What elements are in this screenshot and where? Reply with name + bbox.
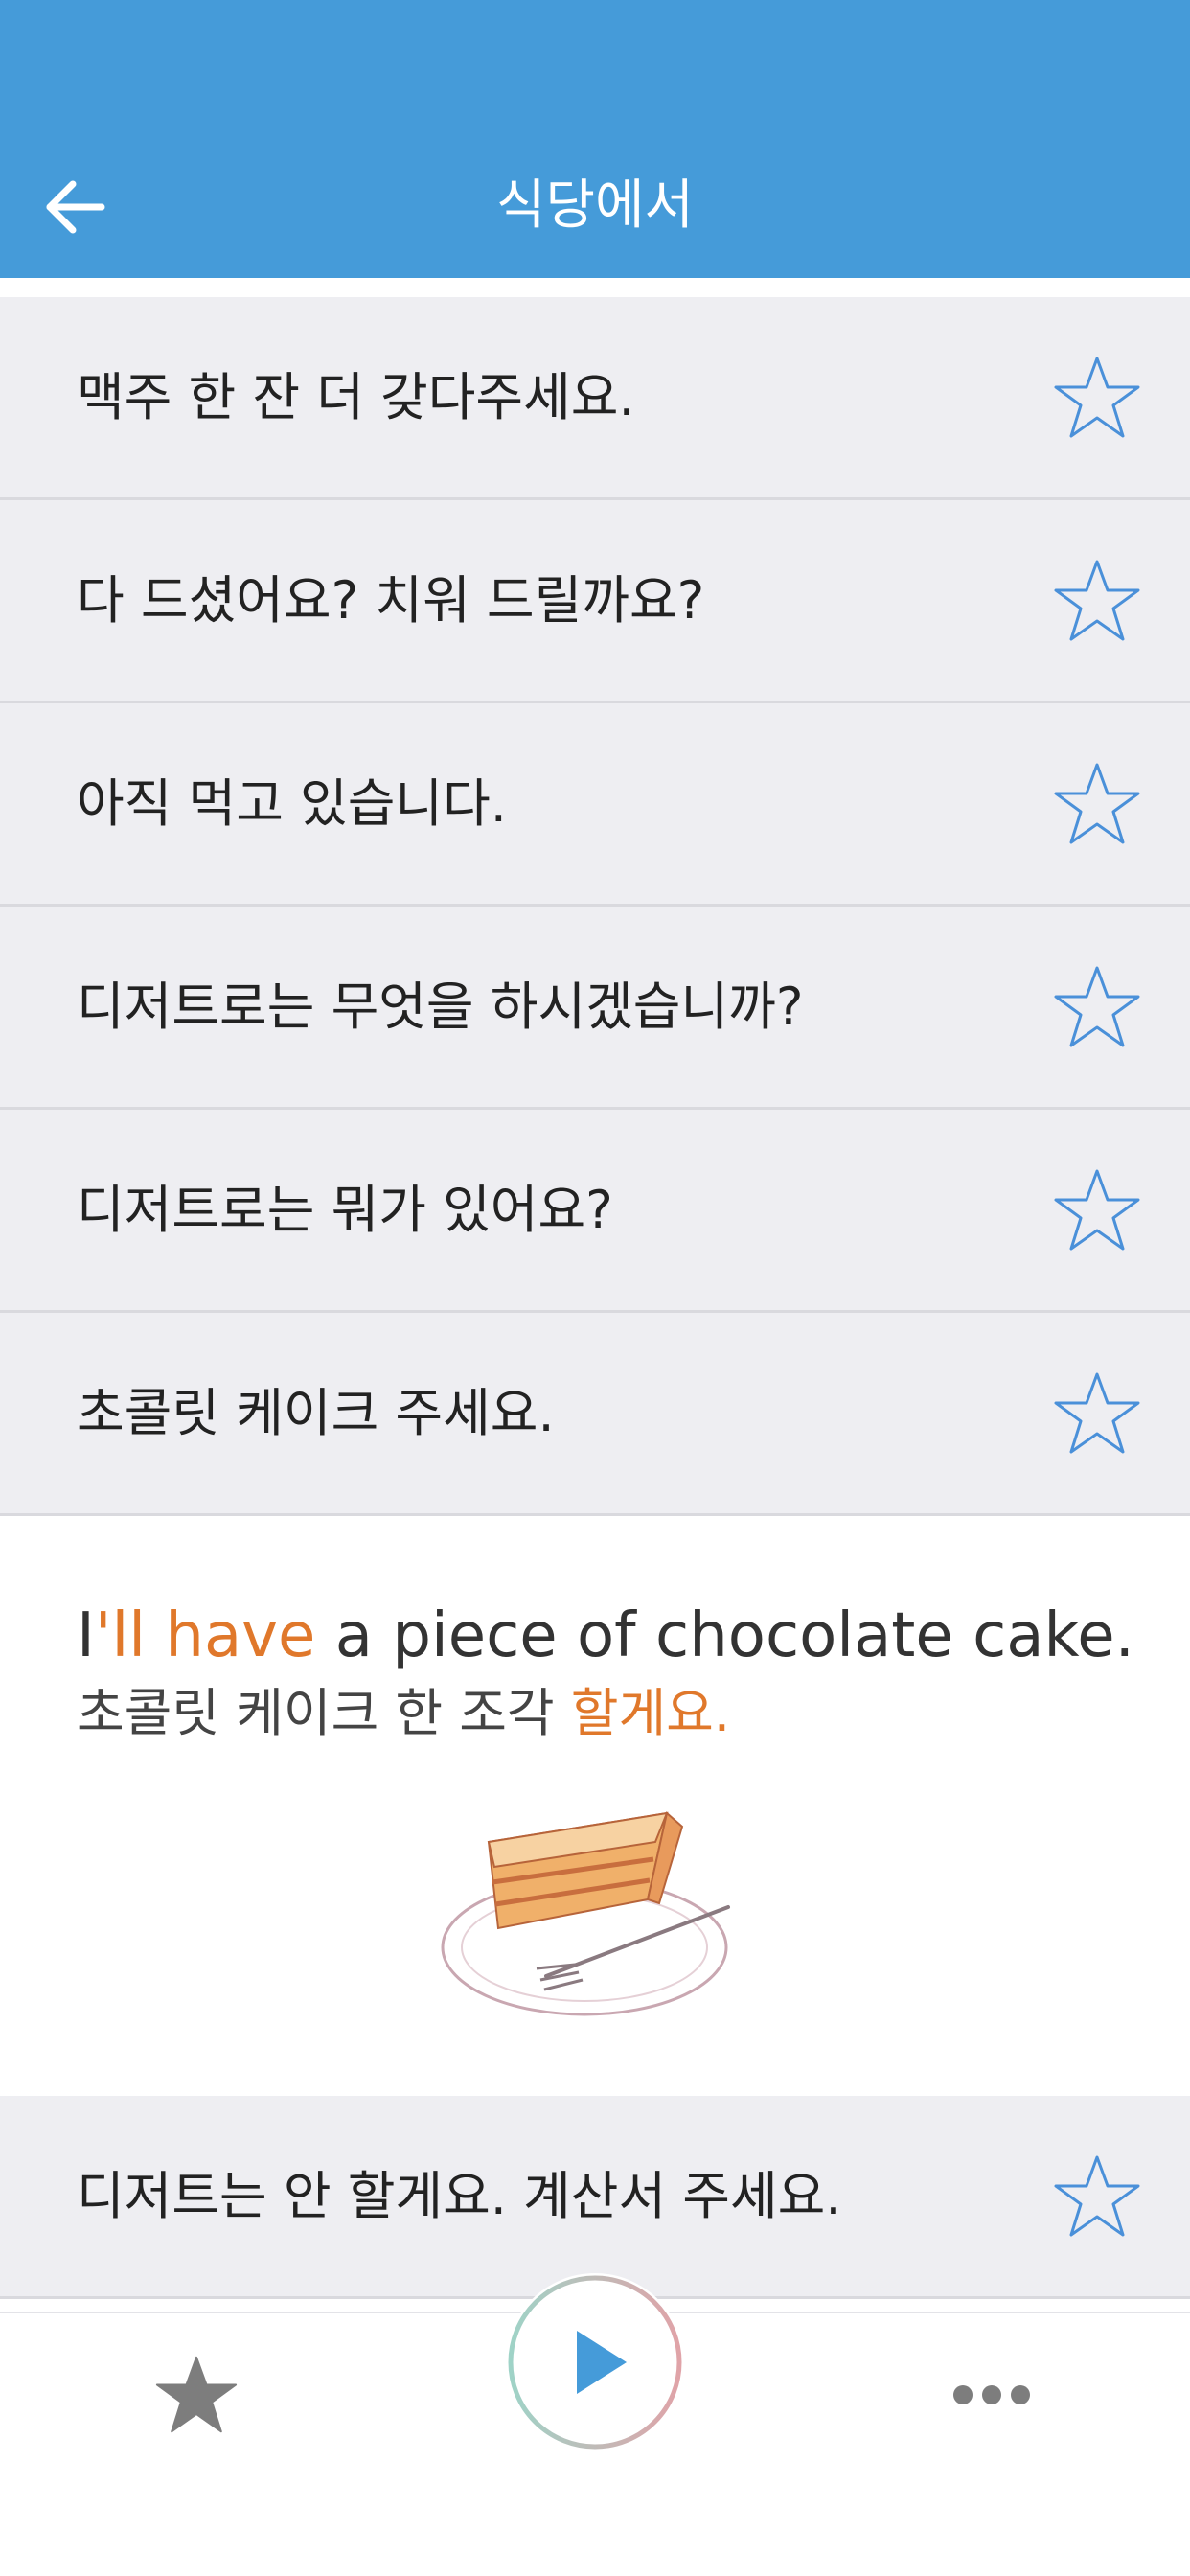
star-outline-icon <box>1054 356 1140 438</box>
phrase-row[interactable]: 맥주 한 잔 더 갖다주세요. <box>0 297 1190 500</box>
play-button[interactable] <box>506 2273 684 2451</box>
more-options-button[interactable] <box>944 2371 1040 2419</box>
bottom-toolbar <box>0 2273 1190 2576</box>
phrase-text: 초콜릿 케이크 주세요. <box>77 1383 555 1443</box>
phrase-text: 디저트로는 무엇을 하시겠습니까? <box>77 977 804 1037</box>
star-outline-icon <box>1054 2155 1140 2237</box>
phrase-text: 맥주 한 잔 더 갖다주세요. <box>77 367 635 427</box>
favorite-star-button[interactable] <box>1052 759 1142 849</box>
cake-illustration <box>441 1811 730 2016</box>
english-highlight: 'll have <box>94 1600 316 1671</box>
english-prefix: I <box>77 1600 95 1671</box>
korean-highlight: 할게요. <box>570 1683 730 1743</box>
play-icon <box>508 2275 682 2450</box>
english-rest: a piece of chocolate cake. <box>315 1600 1134 1671</box>
favorite-star-button[interactable] <box>1052 2151 1142 2242</box>
favorite-star-button[interactable] <box>1052 962 1142 1052</box>
phrase-row[interactable]: 다 드셨어요? 치워 드릴까요? <box>0 500 1190 703</box>
star-outline-icon <box>1054 763 1140 844</box>
app-header: 식당에서 <box>0 0 1190 278</box>
more-dots-icon <box>953 2385 1030 2404</box>
phrase-list: 맥주 한 잔 더 갖다주세요. 다 드셨어요? 치워 드릴까요? 아직 먹고 있… <box>0 297 1190 2299</box>
star-filled-icon <box>155 2356 238 2433</box>
page-title: 식당에서 <box>495 174 695 237</box>
star-outline-icon <box>1054 966 1140 1047</box>
korean-sentence: 초콜릿 케이크 한 조각 할게요. <box>77 1681 730 1746</box>
phrase-row[interactable]: 아직 먹고 있습니다. <box>0 703 1190 907</box>
favorite-star-button[interactable] <box>1052 1368 1142 1459</box>
phrase-text: 디저트로는 뭐가 있어요? <box>77 1180 613 1240</box>
phrase-row[interactable]: 초콜릿 케이크 주세요. <box>0 1313 1190 1516</box>
star-outline-icon <box>1054 560 1140 641</box>
phrase-row[interactable]: 디저트로는 뭐가 있어요? <box>0 1110 1190 1313</box>
phrase-text: 아직 먹고 있습니다. <box>77 773 507 834</box>
star-outline-icon <box>1054 1169 1140 1251</box>
favorite-star-button[interactable] <box>1052 353 1142 443</box>
korean-prefix: 초콜릿 케이크 한 조각 <box>77 1683 571 1743</box>
favorites-button[interactable] <box>153 2352 240 2438</box>
favorite-star-button[interactable] <box>1052 1165 1142 1255</box>
star-outline-icon <box>1054 1372 1140 1454</box>
favorite-star-button[interactable] <box>1052 556 1142 646</box>
english-sentence: I'll have a piece of chocolate cake. <box>77 1598 1134 1674</box>
phrase-text: 디저트는 안 할게요. 계산서 주세요. <box>77 2166 842 2226</box>
phrase-row[interactable]: 디저트로는 무엇을 하시겠습니까? <box>0 907 1190 1110</box>
expanded-phrase-panel[interactable]: I'll have a piece of chocolate cake. 초콜릿… <box>0 1516 1190 2096</box>
phrase-row[interactable]: 디저트는 안 할게요. 계산서 주세요. <box>0 2096 1190 2299</box>
phrase-text: 다 드셨어요? 치워 드릴까요? <box>77 570 705 631</box>
